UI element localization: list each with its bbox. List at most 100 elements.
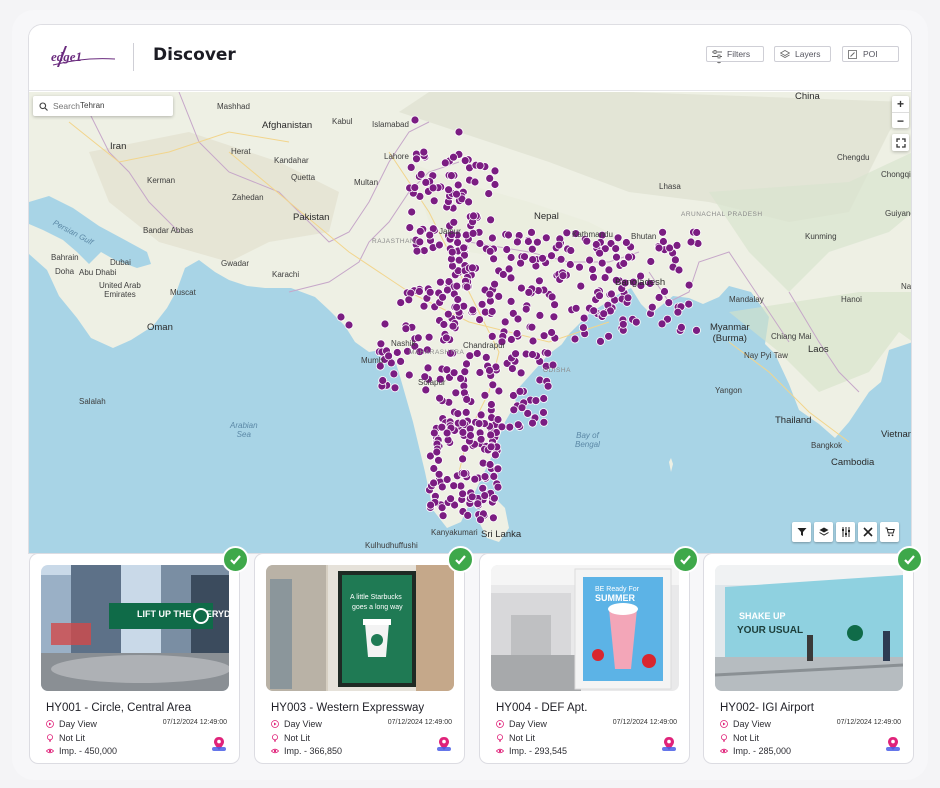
site-marker[interactable] — [576, 281, 586, 291]
site-marker[interactable] — [485, 365, 494, 375]
site-marker[interactable] — [456, 481, 466, 491]
site-marker[interactable] — [380, 319, 390, 329]
site-marker[interactable] — [505, 422, 515, 432]
map-tools-button[interactable] — [858, 522, 877, 542]
site-marker[interactable] — [528, 350, 537, 359]
location-user-icon[interactable] — [436, 736, 452, 752]
site-marker[interactable] — [464, 197, 474, 207]
site-marker[interactable] — [459, 243, 469, 253]
site-marker[interactable] — [480, 491, 490, 501]
site-marker[interactable] — [623, 293, 633, 303]
site-marker[interactable] — [424, 332, 434, 342]
site-marker[interactable] — [435, 277, 445, 287]
site-marker[interactable] — [547, 328, 556, 337]
site-marker[interactable] — [478, 483, 488, 493]
site-marker[interactable] — [426, 500, 436, 510]
site-marker[interactable] — [493, 415, 503, 424]
site-marker[interactable] — [462, 359, 471, 369]
site-marker[interactable] — [406, 163, 416, 172]
site-marker[interactable] — [401, 324, 411, 334]
site-marker[interactable] — [475, 368, 485, 377]
site-marker[interactable] — [410, 115, 420, 125]
site-marker[interactable] — [451, 388, 461, 398]
site-marker[interactable] — [485, 460, 495, 469]
site-marker[interactable] — [419, 246, 429, 256]
site-marker[interactable] — [585, 255, 594, 265]
site-marker[interactable] — [454, 255, 464, 265]
layers-button[interactable]: Layers — [774, 46, 831, 62]
site-marker[interactable] — [684, 299, 694, 309]
site-marker[interactable] — [421, 178, 431, 187]
zoom-in-button[interactable]: + — [892, 96, 909, 112]
site-marker[interactable] — [595, 248, 604, 258]
site-marker[interactable] — [344, 320, 354, 330]
site-marker[interactable] — [527, 322, 537, 332]
site-marker[interactable] — [538, 253, 547, 263]
site-marker[interactable] — [535, 310, 545, 320]
site-marker[interactable] — [459, 301, 469, 311]
site-marker[interactable] — [607, 289, 616, 299]
selected-check[interactable] — [222, 546, 249, 573]
site-marker[interactable] — [489, 471, 499, 481]
site-marker[interactable] — [493, 482, 503, 492]
site-marker[interactable] — [513, 314, 523, 324]
site-marker[interactable] — [494, 291, 504, 301]
site-marker[interactable] — [405, 223, 415, 233]
site-marker[interactable] — [597, 258, 607, 268]
site-marker[interactable] — [462, 394, 472, 404]
location-user-icon[interactable] — [885, 736, 901, 752]
site-marker[interactable] — [470, 177, 480, 187]
site-marker[interactable] — [487, 307, 497, 316]
site-marker[interactable] — [487, 331, 497, 341]
site-marker[interactable] — [396, 298, 406, 308]
site-marker[interactable] — [527, 227, 536, 237]
poi-button[interactable]: POI — [842, 46, 899, 62]
site-marker[interactable] — [515, 386, 525, 396]
site-marker[interactable] — [654, 293, 664, 302]
site-marker[interactable] — [506, 335, 516, 344]
site-marker[interactable] — [532, 237, 542, 247]
site-marker[interactable] — [631, 317, 641, 327]
site-marker[interactable] — [454, 127, 464, 137]
site-marker[interactable] — [389, 369, 399, 379]
site-marker[interactable] — [467, 492, 477, 502]
site-marker[interactable] — [488, 380, 498, 390]
site-marker[interactable] — [490, 450, 500, 460]
site-marker[interactable] — [579, 323, 588, 333]
site-card[interactable]: LIFT UP THE EVERYDAY HY001 - Circle, Cen… — [29, 546, 249, 764]
site-marker[interactable] — [412, 246, 422, 256]
site-marker[interactable] — [429, 478, 439, 488]
site-marker[interactable] — [428, 183, 438, 193]
fullscreen-button[interactable] — [892, 134, 909, 151]
site-marker[interactable] — [506, 273, 516, 283]
site-marker[interactable] — [472, 349, 482, 358]
site-marker[interactable] — [442, 428, 452, 438]
site-marker[interactable] — [458, 418, 468, 428]
site-marker[interactable] — [452, 189, 461, 199]
site-marker[interactable] — [543, 381, 553, 391]
site-marker[interactable] — [531, 396, 541, 406]
site-marker[interactable] — [465, 351, 475, 361]
site-marker[interactable] — [596, 336, 605, 346]
site-marker[interactable] — [664, 298, 674, 308]
site-marker[interactable] — [539, 408, 548, 417]
site-marker[interactable] — [425, 287, 435, 297]
site-marker[interactable] — [565, 260, 575, 269]
site-marker[interactable] — [516, 283, 526, 293]
filters-button[interactable]: Filters — [706, 46, 764, 62]
site-marker[interactable] — [439, 320, 449, 329]
site-marker[interactable] — [506, 253, 516, 262]
site-marker[interactable] — [446, 171, 456, 180]
site-marker[interactable] — [475, 315, 485, 325]
site-marker[interactable] — [438, 292, 448, 302]
site-marker[interactable] — [477, 299, 487, 309]
site-marker[interactable] — [415, 237, 425, 247]
site-marker[interactable] — [558, 271, 568, 281]
site-marker[interactable] — [475, 161, 485, 171]
site-marker[interactable] — [429, 428, 439, 438]
site-marker[interactable] — [480, 390, 490, 400]
site-marker[interactable] — [441, 333, 451, 343]
site-marker[interactable] — [684, 280, 694, 290]
site-marker[interactable] — [453, 180, 463, 190]
selected-check[interactable] — [672, 546, 699, 573]
